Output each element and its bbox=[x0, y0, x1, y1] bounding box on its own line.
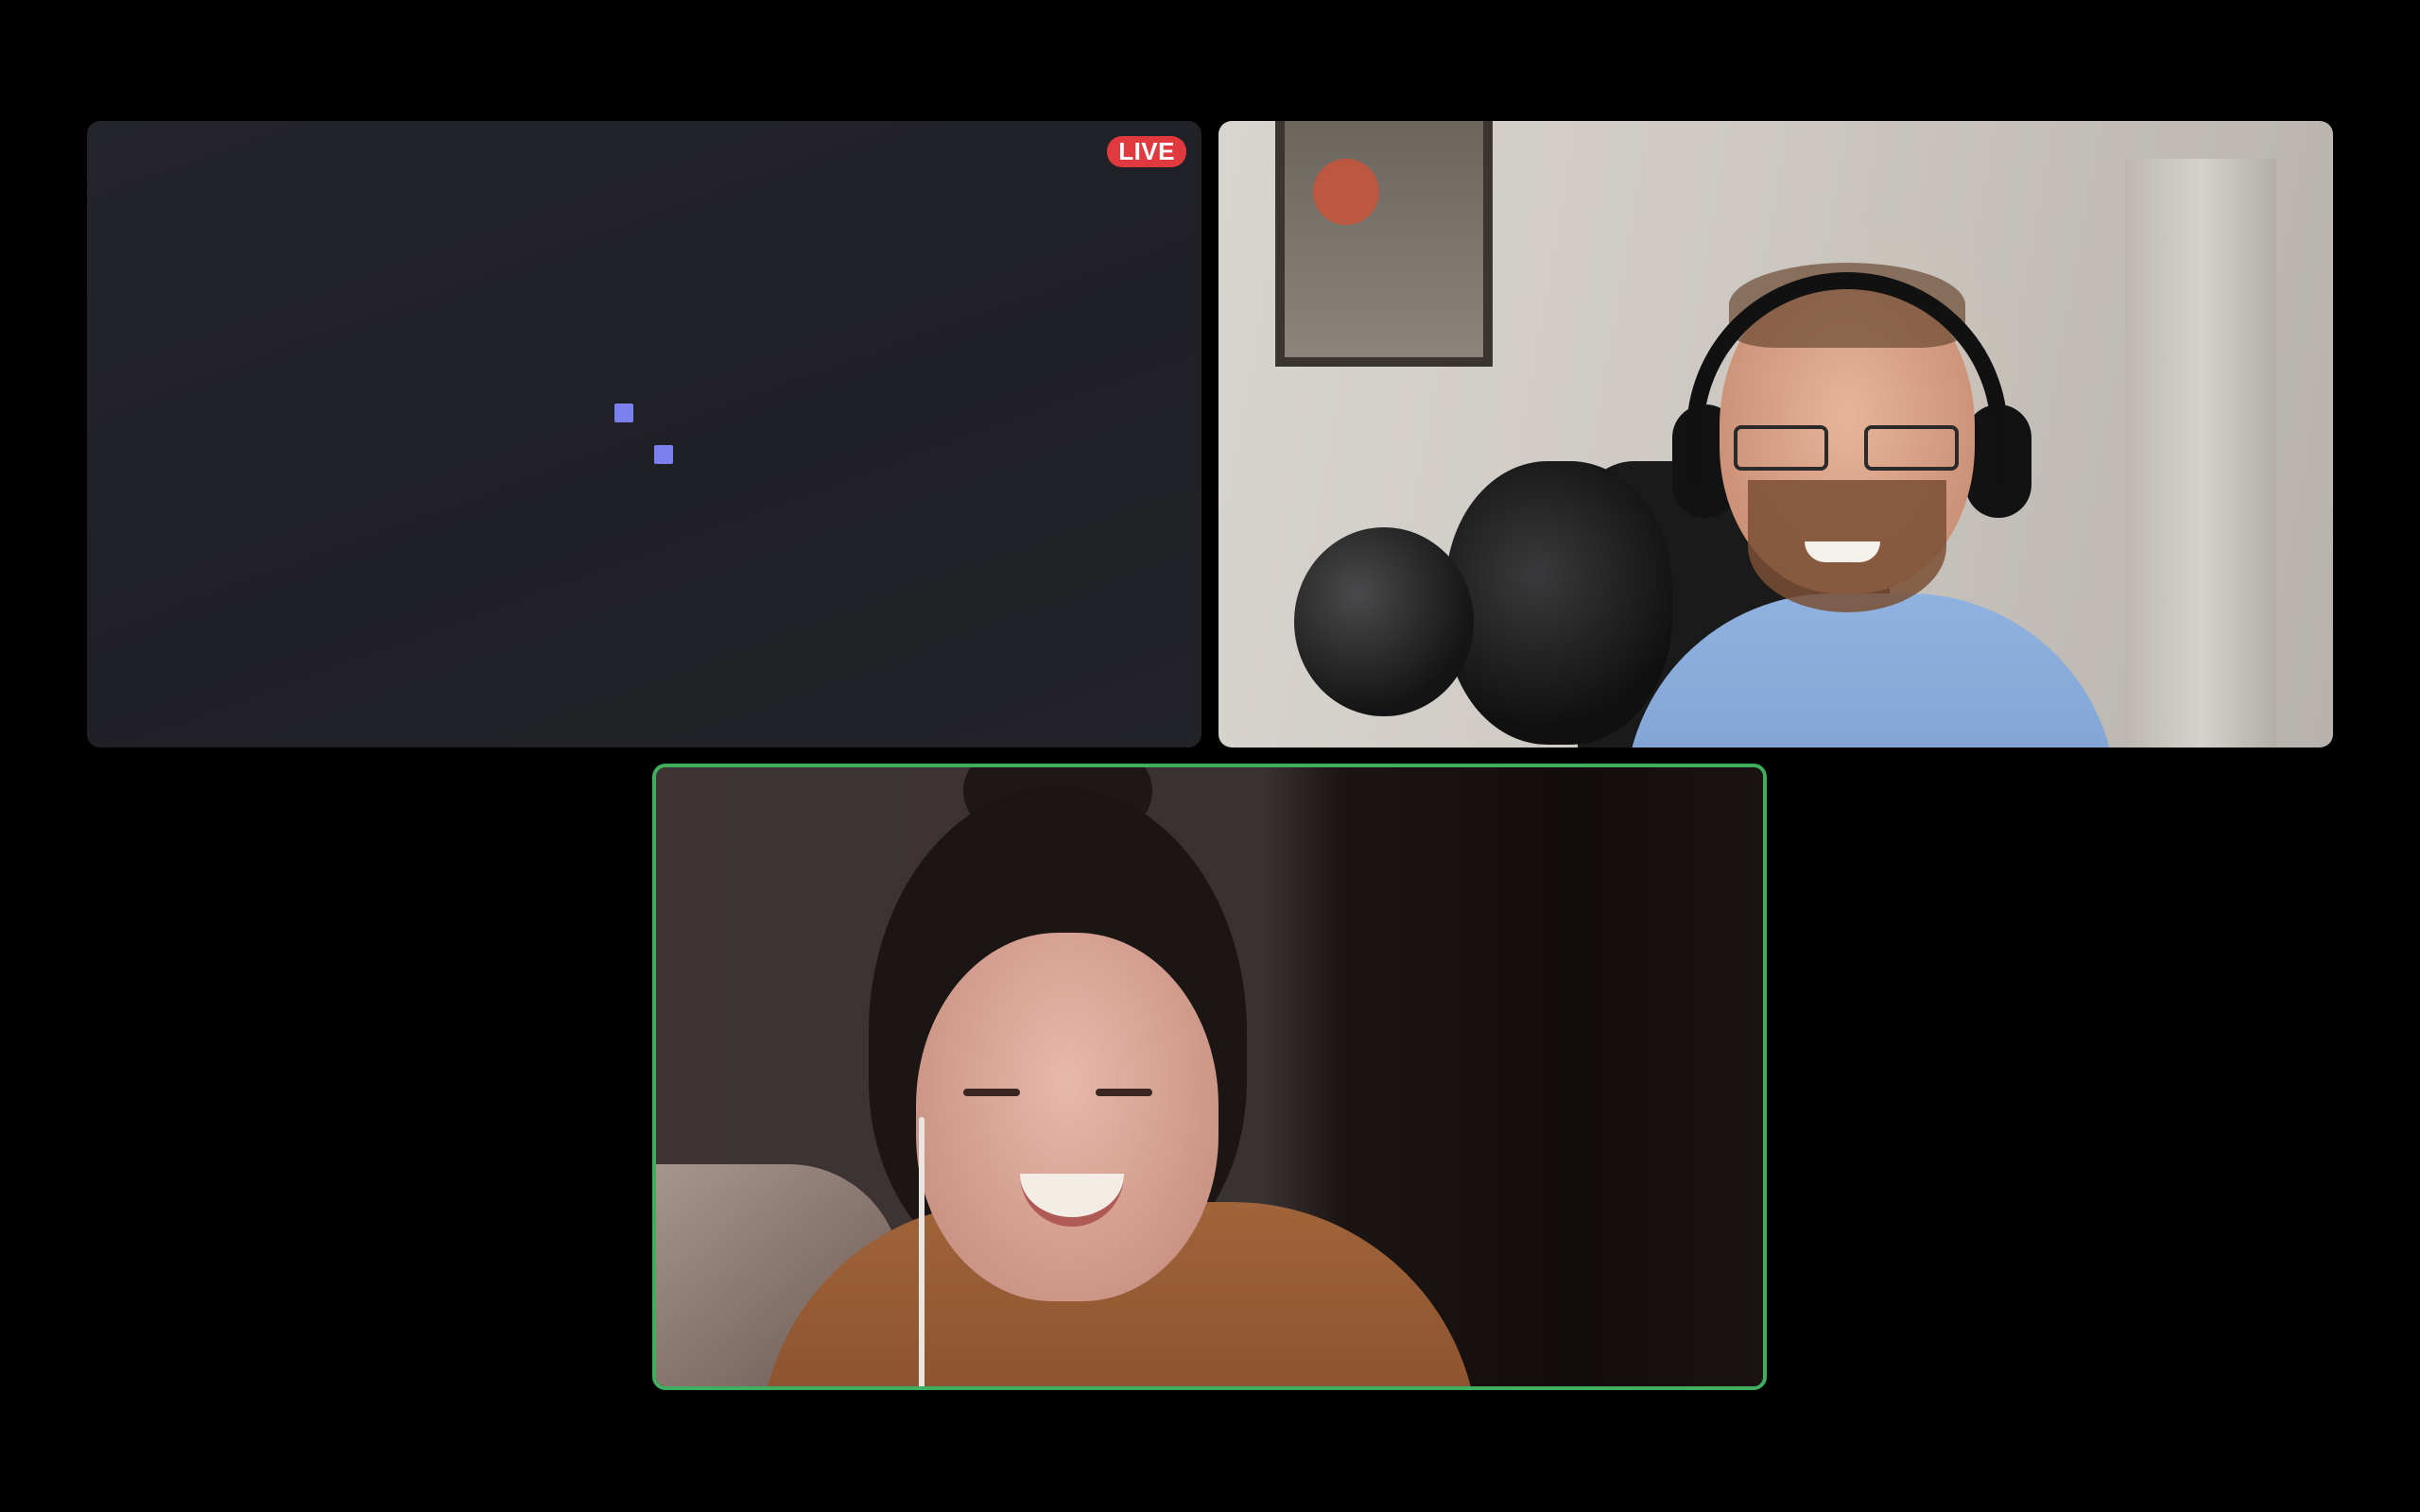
loading-dot bbox=[654, 445, 673, 464]
background-doorway bbox=[1385, 767, 1763, 1386]
background-door bbox=[2125, 159, 2276, 747]
participant-smile bbox=[1805, 541, 1880, 562]
glasses bbox=[1734, 425, 1961, 472]
video-tile-active-speaker[interactable] bbox=[652, 764, 1767, 1390]
glasses-lens-left bbox=[1734, 425, 1828, 471]
participant-eye-right bbox=[1096, 1089, 1152, 1096]
earphone-cord bbox=[919, 1117, 925, 1386]
video-tile-participant[interactable] bbox=[1219, 121, 2333, 747]
microphone-head bbox=[1294, 527, 1474, 716]
participant-eye-left bbox=[963, 1089, 1020, 1096]
participant-face bbox=[916, 933, 1219, 1301]
live-badge: LIVE bbox=[1107, 136, 1186, 167]
picture-artwork bbox=[1313, 159, 1379, 225]
video-tile-loading[interactable]: LIVE bbox=[87, 121, 1201, 747]
microphone bbox=[1445, 461, 1672, 745]
background-picture-frame bbox=[1275, 121, 1493, 367]
glasses-lens-right bbox=[1864, 425, 1959, 471]
video-call-grid: LIVE bbox=[0, 0, 2420, 1512]
loading-dots-icon bbox=[614, 404, 633, 422]
